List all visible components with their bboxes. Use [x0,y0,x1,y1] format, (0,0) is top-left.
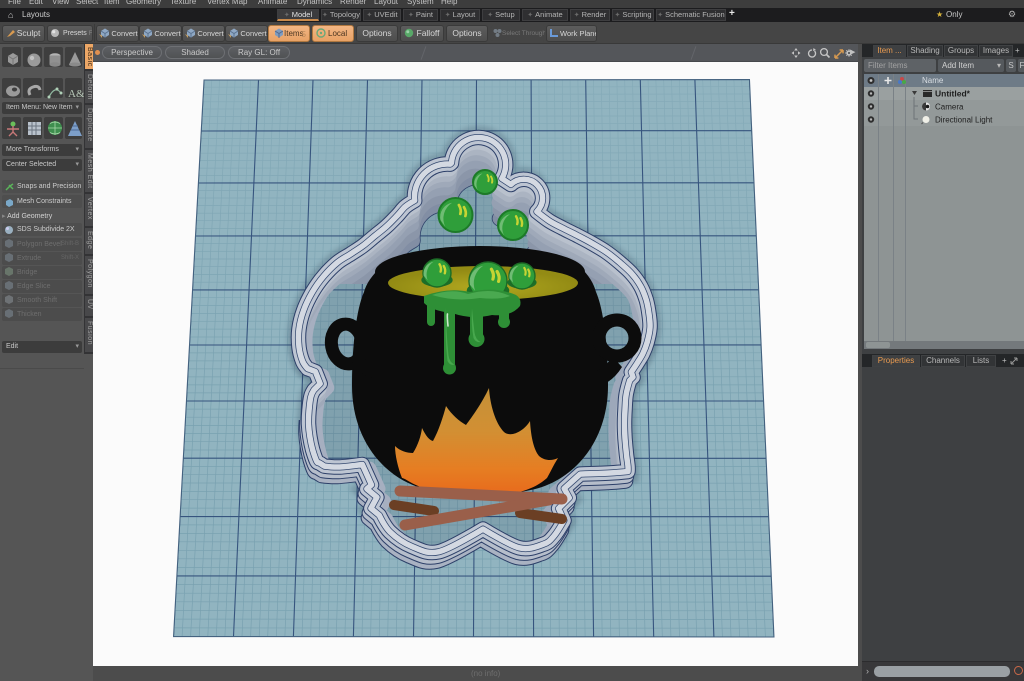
svg-text:A&: A& [68,88,84,99]
svg-text:Camera: Camera [935,103,964,112]
svg-text:Untitled*: Untitled* [935,89,971,99]
svg-text:Directional Light: Directional Light [935,116,993,125]
